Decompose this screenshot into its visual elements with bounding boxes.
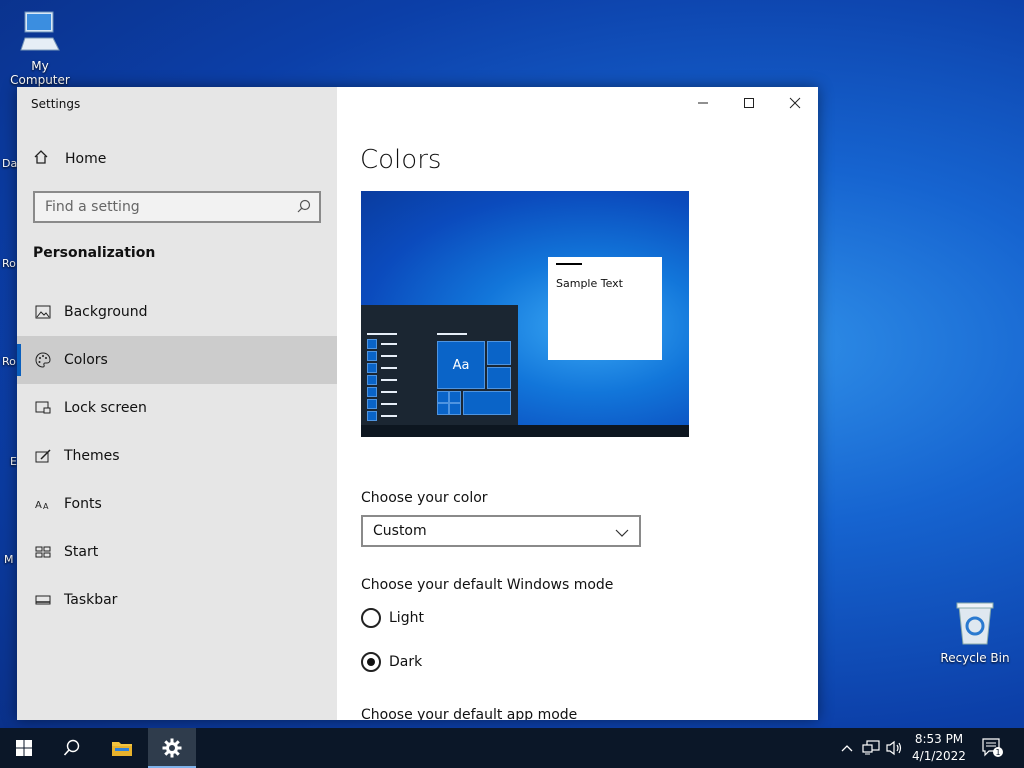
desktop-peek-label[interactable]: Ro: [2, 355, 16, 368]
sidebar-item-label: Fonts: [64, 496, 102, 512]
minimize-button[interactable]: [680, 87, 726, 119]
search-placeholder: Find a setting: [45, 199, 140, 215]
close-icon: [789, 97, 801, 109]
choose-color-value: Custom: [373, 523, 427, 539]
maximize-icon: [744, 98, 754, 108]
home-icon: [33, 149, 53, 169]
settings-sidebar: Settings Home Find a setting Personaliza…: [17, 87, 337, 720]
app-mode-label: Choose your default app mode: [361, 707, 578, 720]
preview-sample-window: Sample Text: [548, 257, 662, 360]
show-hidden-icons-button[interactable]: [838, 728, 856, 768]
search-button[interactable]: [48, 728, 96, 768]
gear-icon: [162, 738, 182, 758]
preview-start-menu: Aa: [361, 305, 518, 425]
notification-icon: 1: [982, 738, 1003, 757]
search-icon: [63, 739, 80, 756]
palette-icon: [32, 352, 54, 368]
speaker-icon: [886, 740, 902, 756]
nav-home-label: Home: [65, 151, 107, 167]
preview-taskbar: [361, 425, 689, 437]
brush-icon: [32, 449, 54, 463]
preview-sample-text: Sample Text: [556, 277, 623, 290]
window-title: Settings: [31, 97, 81, 111]
network-icon: [862, 740, 880, 755]
my-computer-label: My Computer: [10, 59, 70, 87]
desktop-icon-recycle-bin[interactable]: Recycle Bin: [935, 600, 1015, 665]
window-controls: [680, 87, 818, 119]
sidebar-item-label: Background: [64, 304, 148, 320]
windows-mode-label: Choose your default Windows mode: [361, 577, 614, 593]
taskbar-clock[interactable]: 8:53 PM 4/1/2022: [912, 731, 966, 765]
maximize-button[interactable]: [726, 87, 772, 119]
font-icon: AA: [32, 497, 54, 511]
windows-logo-icon: [16, 740, 32, 756]
settings-taskbar-button[interactable]: [148, 728, 196, 768]
taskbar: 8:53 PM 4/1/2022 1: [0, 728, 1024, 768]
sidebar-item-start[interactable]: Start: [17, 528, 337, 576]
sidebar-item-label: Taskbar: [64, 592, 118, 608]
sidebar-item-label: Themes: [64, 448, 120, 464]
settings-window: Settings Home Find a setting Personaliza…: [17, 87, 818, 720]
computer-icon: [20, 11, 60, 51]
sidebar-item-lock-screen[interactable]: Lock screen: [17, 384, 337, 432]
clock-date: 4/1/2022: [912, 749, 966, 763]
sidebar-item-colors[interactable]: Colors: [17, 336, 337, 384]
settings-content: Colors Aa Sample Text Choose your color …: [337, 87, 818, 720]
sidebar-item-background[interactable]: Background: [17, 288, 337, 336]
svg-text:A: A: [35, 500, 42, 511]
windows-mode-light-option[interactable]: Light: [361, 606, 424, 630]
minimize-icon: [698, 102, 708, 104]
desktop-peek-label[interactable]: Ro: [2, 257, 16, 270]
radio-label: Light: [389, 610, 424, 626]
desktop-peek-label[interactable]: E: [10, 455, 17, 468]
volume-button[interactable]: [884, 728, 906, 768]
folder-icon: [112, 742, 132, 756]
start-icon: [32, 545, 54, 559]
desktop-icon-my-computer[interactable]: My Computer: [0, 8, 80, 87]
desktop-peek-label[interactable]: M: [4, 553, 14, 566]
sidebar-item-taskbar[interactable]: Taskbar: [17, 576, 337, 624]
nav-home[interactable]: Home: [17, 139, 337, 179]
theme-preview: Aa Sample Text: [361, 191, 689, 437]
sidebar-item-themes[interactable]: Themes: [17, 432, 337, 480]
radio-button[interactable]: [361, 608, 381, 628]
search-field[interactable]: Find a setting: [33, 191, 321, 223]
file-explorer-button[interactable]: [98, 728, 146, 768]
picture-icon: [32, 305, 54, 319]
chevron-up-icon: [841, 745, 853, 752]
sidebar-item-label: Lock screen: [64, 400, 147, 416]
start-button[interactable]: [0, 728, 48, 768]
chevron-down-icon: [615, 522, 629, 541]
clock-time: 8:53 PM: [914, 732, 964, 746]
sidebar-item-label: Start: [64, 544, 99, 560]
notification-count: 1: [995, 748, 1000, 757]
svg-text:A: A: [43, 502, 49, 511]
sidebar-item-fonts[interactable]: AA Fonts: [17, 480, 337, 528]
recycle-bin-label: Recycle Bin: [940, 651, 1010, 665]
choose-color-label: Choose your color: [361, 490, 488, 506]
lock-screen-icon: [32, 401, 54, 415]
windows-mode-dark-option[interactable]: Dark: [361, 650, 422, 674]
section-title: Personalization: [33, 245, 156, 261]
recycle-bin-icon: [956, 602, 994, 645]
search-icon[interactable]: [297, 198, 311, 217]
page-title: Colors: [360, 145, 442, 175]
action-center-button[interactable]: 1: [978, 728, 1008, 768]
desktop-peek-label[interactable]: Da: [2, 157, 17, 170]
close-button[interactable]: [772, 87, 818, 119]
network-button[interactable]: [860, 728, 882, 768]
preview-tile-text: Aa: [452, 357, 470, 373]
choose-color-dropdown[interactable]: Custom: [361, 515, 641, 547]
radio-label: Dark: [389, 654, 423, 670]
sidebar-item-label: Colors: [64, 352, 108, 368]
radio-button-checked[interactable]: [361, 652, 381, 672]
taskbar-icon: [32, 593, 54, 607]
